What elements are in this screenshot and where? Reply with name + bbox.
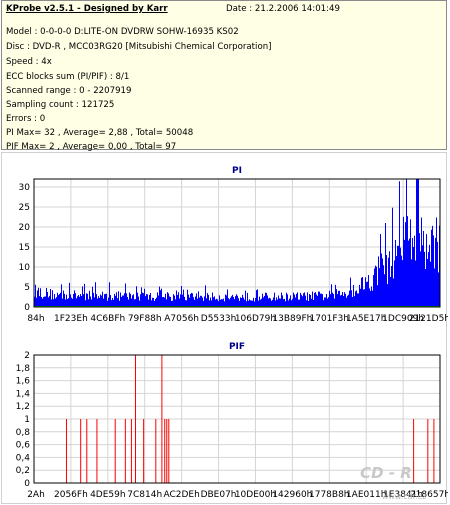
pif-y-tick-label: 0,4 (16, 453, 31, 463)
pi-y-tick-label: 25 (19, 203, 30, 213)
info-disc: Disc : DVD-R , MCC03RG20 [Mitsubishi Che… (6, 42, 272, 52)
pif-y-tick-label: 1 (24, 415, 30, 425)
pif-x-tick-label: AC2DEh (163, 490, 199, 500)
pi-x-tick-label: 1F23Eh (54, 314, 88, 324)
pif-x-tick-label: DBE07h (201, 490, 237, 500)
info-ecc-sum: ECC blocks sum (PI/PIF) : 8/1 (6, 72, 130, 82)
pi-y-tick-label: 5 (24, 283, 30, 293)
pif-x-tick-label: 7C814h (127, 490, 162, 500)
pi-y-tick-label: 15 (19, 243, 30, 253)
pif-x-tick-label: 2056Fh (54, 490, 88, 500)
info-model: Model : 0-0-0-0 D:LITE-ON DVDRW SOHW-169… (6, 27, 239, 37)
pi-y-tick-label: 30 (19, 183, 31, 193)
scan-date: Date : 21.2.2006 14:01:49 (226, 4, 340, 14)
pi-x-tick-label: 2121D5h (409, 314, 448, 324)
info-pif-stats: PIF Max= 2 , Average= 0,00 , Total= 97 (6, 142, 177, 152)
pi-x-tick-label: A7056h (164, 314, 199, 324)
pif-x-tick-label: 2Ah (27, 490, 45, 500)
pif-y-tick-label: 2 (24, 351, 30, 361)
pif-x-tick-label: 1778B8h (309, 490, 350, 500)
pif-y-tick-label: 0 (24, 479, 30, 489)
pi-x-tick-label: 79F88h (128, 314, 162, 324)
pif-y-tick-label: 1,8 (16, 364, 31, 374)
pif-x-tick-label: 1AE011h (346, 490, 386, 500)
pif-y-tick-label: 1,4 (16, 389, 31, 399)
pif-y-tick-label: 0,8 (16, 428, 31, 438)
charts-canvas: PI05101520253084h 1F23Eh 4C6BFh 79F88h A7056… (16, 166, 448, 501)
info-errors: Errors : 0 (6, 114, 46, 124)
pif-y-tick-label: 0,2 (16, 466, 30, 476)
pi-x-tick-label: D5533h (201, 314, 237, 324)
pi-y-tick-label: 10 (19, 263, 31, 273)
pif-y-tick-label: 1,6 (16, 377, 31, 387)
pi-x-tick-label: 1701F3h (310, 314, 350, 324)
pi-x-tick-label: 84h (27, 314, 44, 324)
pi-x-tick-label: 13B89Fh (272, 314, 312, 324)
watermark-logo: CD - R (360, 464, 412, 482)
app-title: KProbe v2.5.1 - Designed by Karr (6, 4, 168, 14)
info-scanned-range: Scanned range : 0 - 2207919 (6, 86, 132, 96)
pif-x-tick-label: 142960h (272, 490, 312, 500)
info-sampling-count: Sampling count : 121725 (6, 100, 115, 110)
pi-x-tick-label: 106D79h (235, 314, 276, 324)
pi-chart-title: PI (232, 166, 242, 176)
info-speed: Speed : 4x (6, 57, 52, 67)
pif-y-tick-label: 0,6 (16, 441, 31, 451)
info-pi-stats: PI Max= 32 , Average= 2,88 , Total= 5004… (6, 128, 194, 138)
watermark-url: www.cdr.cz (382, 492, 427, 501)
pif-y-tick-label: 1,2 (16, 402, 30, 412)
pi-y-tick-label: 20 (19, 223, 31, 233)
info-panel: KProbe v2.5.1 - Designed by Karr Date : … (1, 0, 447, 152)
pi-x-tick-label: 4C6BFh (90, 314, 125, 324)
pif-x-tick-label: 10DE00h (235, 490, 276, 500)
pi-y-tick-label: 0 (24, 303, 30, 313)
charts-panel: PI 0 5 10 15 20 25 30 84h 1F23Eh 4C6BFh 79F88h A7056… (1, 152, 448, 504)
pif-x-tick-label: 4DE59h (90, 490, 126, 500)
pif-chart-title: PIF (229, 342, 245, 352)
pi-x-tick-label: 1A5E17h (346, 314, 386, 324)
